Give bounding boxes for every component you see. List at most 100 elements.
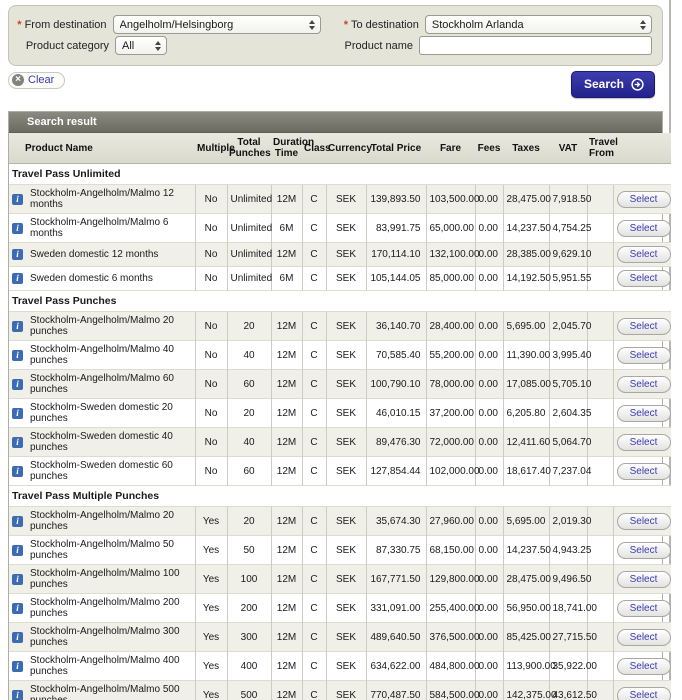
product-name-cell: Stockholm-Angelholm/Malmo 20 punches (9, 507, 195, 536)
class-cell: C (302, 457, 326, 486)
product-category-select[interactable]: All (115, 36, 167, 55)
select-button[interactable]: Select (617, 463, 671, 480)
currency-cell: SEK (326, 652, 366, 681)
select-button[interactable]: Select (617, 376, 671, 393)
class-cell: C (302, 399, 326, 428)
select-button[interactable]: Select (617, 542, 671, 559)
dropdown-arrows-icon (638, 20, 648, 30)
class-cell: C (302, 428, 326, 457)
taxes-cell: 14,237.50 (503, 536, 549, 565)
select-button[interactable]: Select (617, 318, 671, 335)
multiple-cell: No (195, 267, 227, 291)
vat-cell: 9,496.50 (549, 565, 587, 594)
info-icon[interactable] (12, 574, 23, 585)
total-punches-cell: Unlimited (227, 214, 271, 243)
info-icon[interactable] (12, 466, 23, 477)
from-destination-select[interactable]: Angelholm/Helsingborg (113, 15, 322, 34)
info-icon[interactable] (12, 249, 23, 260)
select-cell: Select (613, 681, 671, 700)
select-button[interactable]: Select (617, 434, 671, 451)
product-name-cell: Stockholm-Angelholm/Malmo 20 punches (9, 312, 195, 341)
select-button[interactable]: Select (617, 246, 671, 263)
duration-time-cell: 12M (271, 341, 302, 370)
currency-cell: SEK (326, 536, 366, 565)
product-name-cell: Stockholm-Sweden domestic 40 punches (9, 428, 195, 457)
to-destination-value: Stockholm Arlanda (432, 19, 638, 31)
clear-button[interactable]: Clear (8, 72, 65, 89)
select-button[interactable]: Select (617, 405, 671, 422)
info-icon[interactable] (12, 690, 23, 700)
class-cell: C (302, 370, 326, 399)
product-name: Stockholm-Angelholm/Malmo 200 punches (30, 597, 192, 619)
fees-cell: 0.00 (475, 623, 503, 652)
fees-cell: 0.00 (475, 214, 503, 243)
select-button[interactable]: Select (617, 513, 671, 530)
class-cell: C (302, 185, 326, 214)
select-button[interactable]: Select (617, 658, 671, 675)
duration-time-cell: 12M (271, 399, 302, 428)
select-cell: Select (613, 370, 671, 399)
section-title: Travel Pass Unlimited (9, 164, 671, 185)
product-name-cell: Sweden domestic 12 months (9, 243, 195, 267)
form-row-product: Product category All Product name (15, 36, 652, 55)
currency-cell: SEK (326, 594, 366, 623)
info-icon[interactable] (12, 516, 23, 527)
clear-x-icon (12, 74, 24, 86)
select-button[interactable]: Select (617, 571, 671, 588)
total-punches-cell: 200 (227, 594, 271, 623)
vat-cell: 35,922.00 (549, 652, 587, 681)
product-row: Stockholm-Angelholm/Malmo 20 punchesNo20… (9, 312, 671, 341)
info-icon[interactable] (12, 321, 23, 332)
product-row: Sweden domestic 6 monthsNoUnlimited6MCSE… (9, 267, 671, 291)
total-price-cell: 127,854.44 (366, 457, 426, 486)
currency-cell: SEK (326, 267, 366, 291)
product-name-cell: Stockholm-Sweden domestic 20 punches (9, 399, 195, 428)
fees-cell: 0.00 (475, 536, 503, 565)
fare-cell: 27,960.00 (426, 507, 475, 536)
info-icon[interactable] (12, 379, 23, 390)
select-button[interactable]: Select (617, 347, 671, 364)
search-form-panel: *From destination Angelholm/Helsingborg … (8, 5, 663, 66)
vat-cell: 9,629.10 (549, 243, 587, 267)
duration-time-cell: 12M (271, 681, 302, 700)
info-icon[interactable] (12, 350, 23, 361)
total-punches-cell: 400 (227, 652, 271, 681)
duration-time-cell: 12M (271, 565, 302, 594)
select-button[interactable]: Select (617, 220, 671, 237)
info-icon[interactable] (12, 223, 23, 234)
select-button[interactable]: Select (617, 687, 671, 700)
to-destination-select[interactable]: Stockholm Arlanda (425, 15, 652, 34)
total-punches-cell: 100 (227, 565, 271, 594)
product-name-input[interactable] (419, 36, 652, 55)
select-button[interactable]: Select (617, 270, 671, 287)
product-name: Stockholm-Angelholm/Malmo 100 punches (30, 568, 192, 590)
taxes-cell: 6,205.80 (503, 399, 549, 428)
product-name-cell: Stockholm-Angelholm/Malmo 6 months (9, 214, 195, 243)
col-total-price: Total Price (366, 133, 426, 164)
total-price-cell: 170,114.10 (366, 243, 426, 267)
total-punches-cell: 60 (227, 457, 271, 486)
info-icon[interactable] (12, 603, 23, 614)
info-icon[interactable] (12, 437, 23, 448)
select-button[interactable]: Select (617, 600, 671, 617)
product-name-label: Product name (327, 40, 419, 52)
select-button[interactable]: Select (617, 191, 671, 208)
duration-time-cell: 12M (271, 457, 302, 486)
fare-cell: 376,500.00 (426, 623, 475, 652)
duration-time-cell: 6M (271, 267, 302, 291)
select-cell: Select (613, 457, 671, 486)
info-icon[interactable] (12, 632, 23, 643)
select-button[interactable]: Select (617, 629, 671, 646)
product-name-cell: Stockholm-Angelholm/Malmo 400 punches (9, 652, 195, 681)
product-name: Stockholm-Sweden domestic 40 punches (30, 431, 192, 453)
info-icon[interactable] (12, 194, 23, 205)
info-icon[interactable] (12, 545, 23, 556)
info-icon[interactable] (12, 273, 23, 284)
search-button[interactable]: Search (571, 71, 655, 98)
info-icon[interactable] (12, 408, 23, 419)
info-icon[interactable] (12, 661, 23, 672)
product-name-cell: Stockholm-Sweden domestic 60 punches (9, 457, 195, 486)
results-table-header: Product Name Multiple Total Punches Dura… (9, 133, 671, 164)
currency-cell: SEK (326, 565, 366, 594)
total-punches-cell: 40 (227, 341, 271, 370)
